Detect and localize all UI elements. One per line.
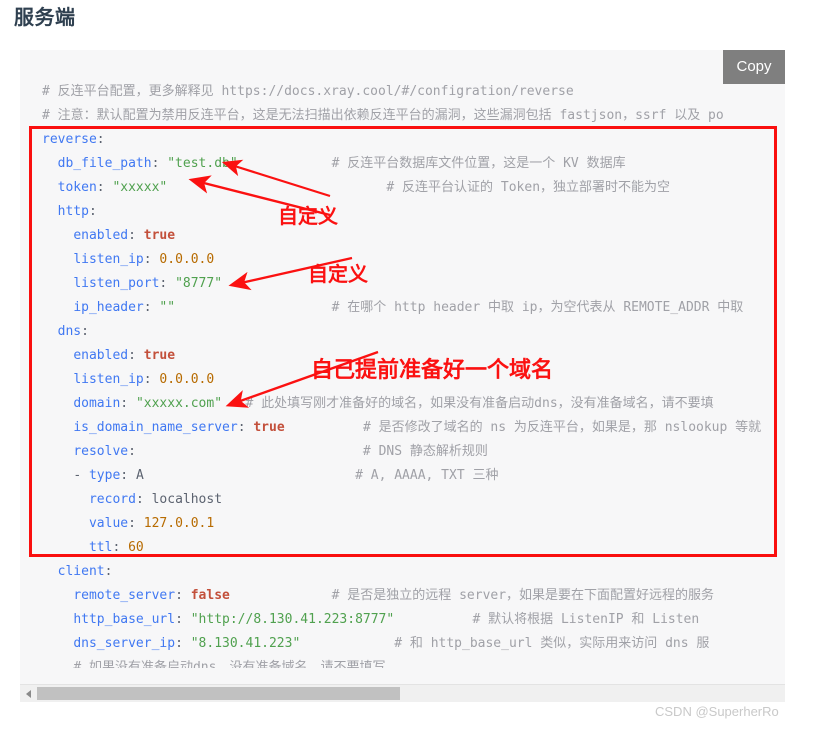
copy-button[interactable]: Copy — [723, 50, 785, 84]
page-title: 服务端 — [14, 7, 76, 29]
code-content: # 反连平台配置，更多解释见 https://docs.xray.cool/#/… — [42, 84, 762, 668]
page-root: 服务端 Copy # 反连平台配置，更多解释见 https://docs.xra… — [0, 0, 815, 731]
code-scroll-area[interactable]: # 反连平台配置，更多解释见 https://docs.xray.cool/#/… — [20, 50, 785, 668]
code-block: Copy # 反连平台配置，更多解释见 https://docs.xray.co… — [20, 50, 785, 702]
scrollbar-thumb[interactable] — [37, 687, 400, 700]
scroll-left-arrow-icon[interactable] — [20, 685, 37, 702]
watermark: CSDN @SuperherRo — [655, 704, 779, 719]
horizontal-scrollbar[interactable] — [20, 684, 785, 702]
